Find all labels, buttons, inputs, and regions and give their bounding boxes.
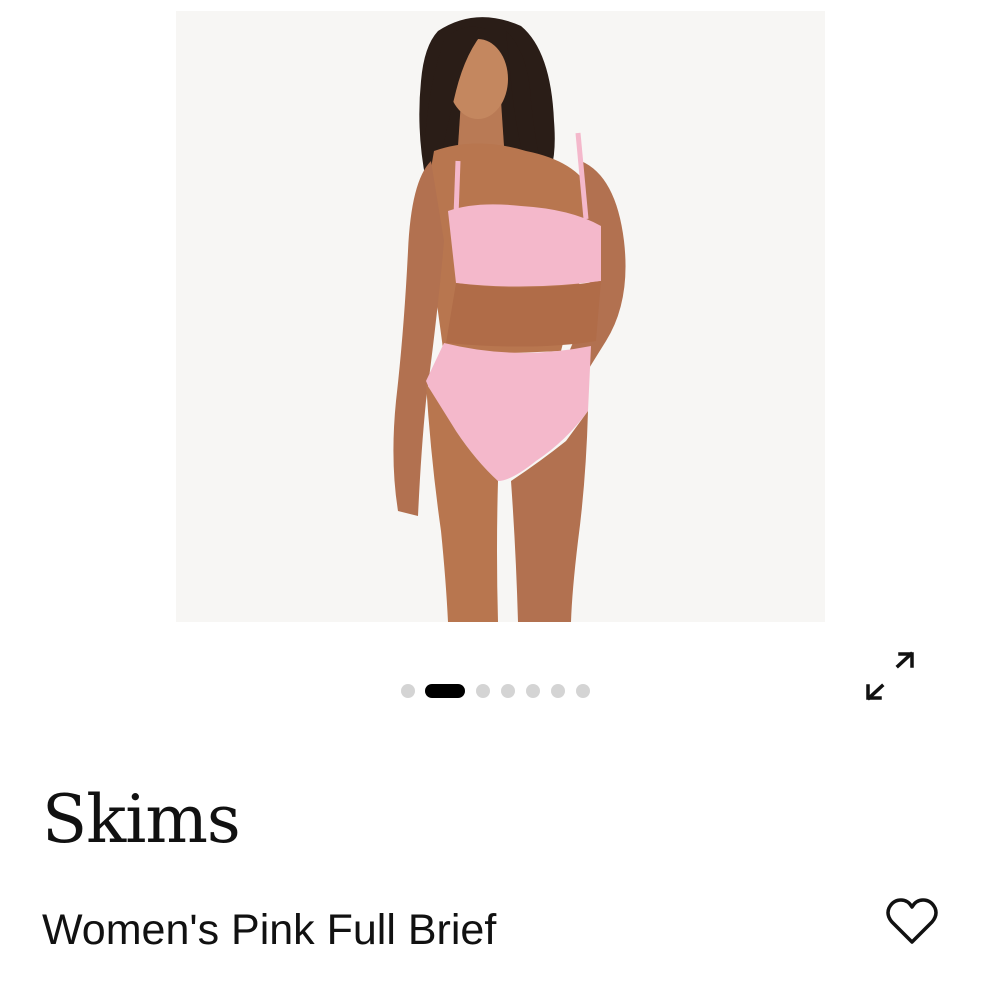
carousel-dot[interactable] [501,684,515,698]
expand-image-button[interactable] [860,648,920,704]
carousel-dot[interactable] [476,684,490,698]
carousel-indicator [401,683,590,699]
model-photo [176,11,825,622]
product-image[interactable] [176,11,825,622]
carousel-dot-active[interactable] [425,684,465,698]
expand-arrows-icon [866,651,914,701]
carousel-dot[interactable] [526,684,540,698]
brand-name[interactable]: Skims [42,780,241,860]
carousel-dot[interactable] [576,684,590,698]
product-title: Women's Pink Full Brief [42,906,497,954]
favorite-button[interactable] [884,894,940,950]
carousel-dot[interactable] [401,684,415,698]
carousel-dot[interactable] [551,684,565,698]
heart-outline-icon [886,898,938,944]
